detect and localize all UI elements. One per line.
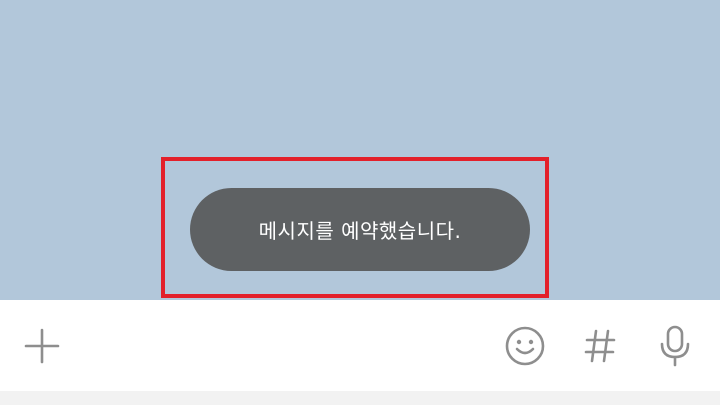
- hashtag-button[interactable]: [576, 322, 624, 370]
- emoji-button[interactable]: [501, 322, 549, 370]
- plus-icon: [24, 328, 60, 364]
- microphone-icon: [660, 325, 690, 367]
- toast-message: 메시지를 예약했습니다.: [258, 219, 462, 243]
- voice-button[interactable]: [651, 322, 699, 370]
- toast-notification: 메시지를 예약했습니다.: [190, 188, 530, 271]
- attach-button[interactable]: [18, 322, 66, 370]
- smiley-icon: [505, 326, 545, 366]
- bottom-strip: [0, 391, 720, 405]
- hash-icon: [584, 329, 616, 363]
